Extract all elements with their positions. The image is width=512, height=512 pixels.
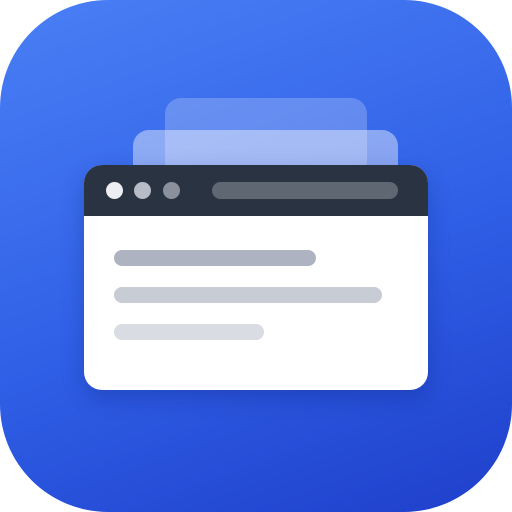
content-line-placeholder <box>114 250 316 266</box>
content-line-placeholder <box>114 324 264 340</box>
app-icon[interactable] <box>0 0 512 512</box>
content-line-placeholder <box>114 287 382 303</box>
window-dot-minimize-icon <box>134 182 151 199</box>
window-dot-close-icon <box>106 182 123 199</box>
address-bar-placeholder <box>212 182 398 199</box>
browser-window-icon <box>84 165 428 390</box>
window-dot-maximize-icon <box>163 182 180 199</box>
window-title-bar <box>84 165 428 216</box>
